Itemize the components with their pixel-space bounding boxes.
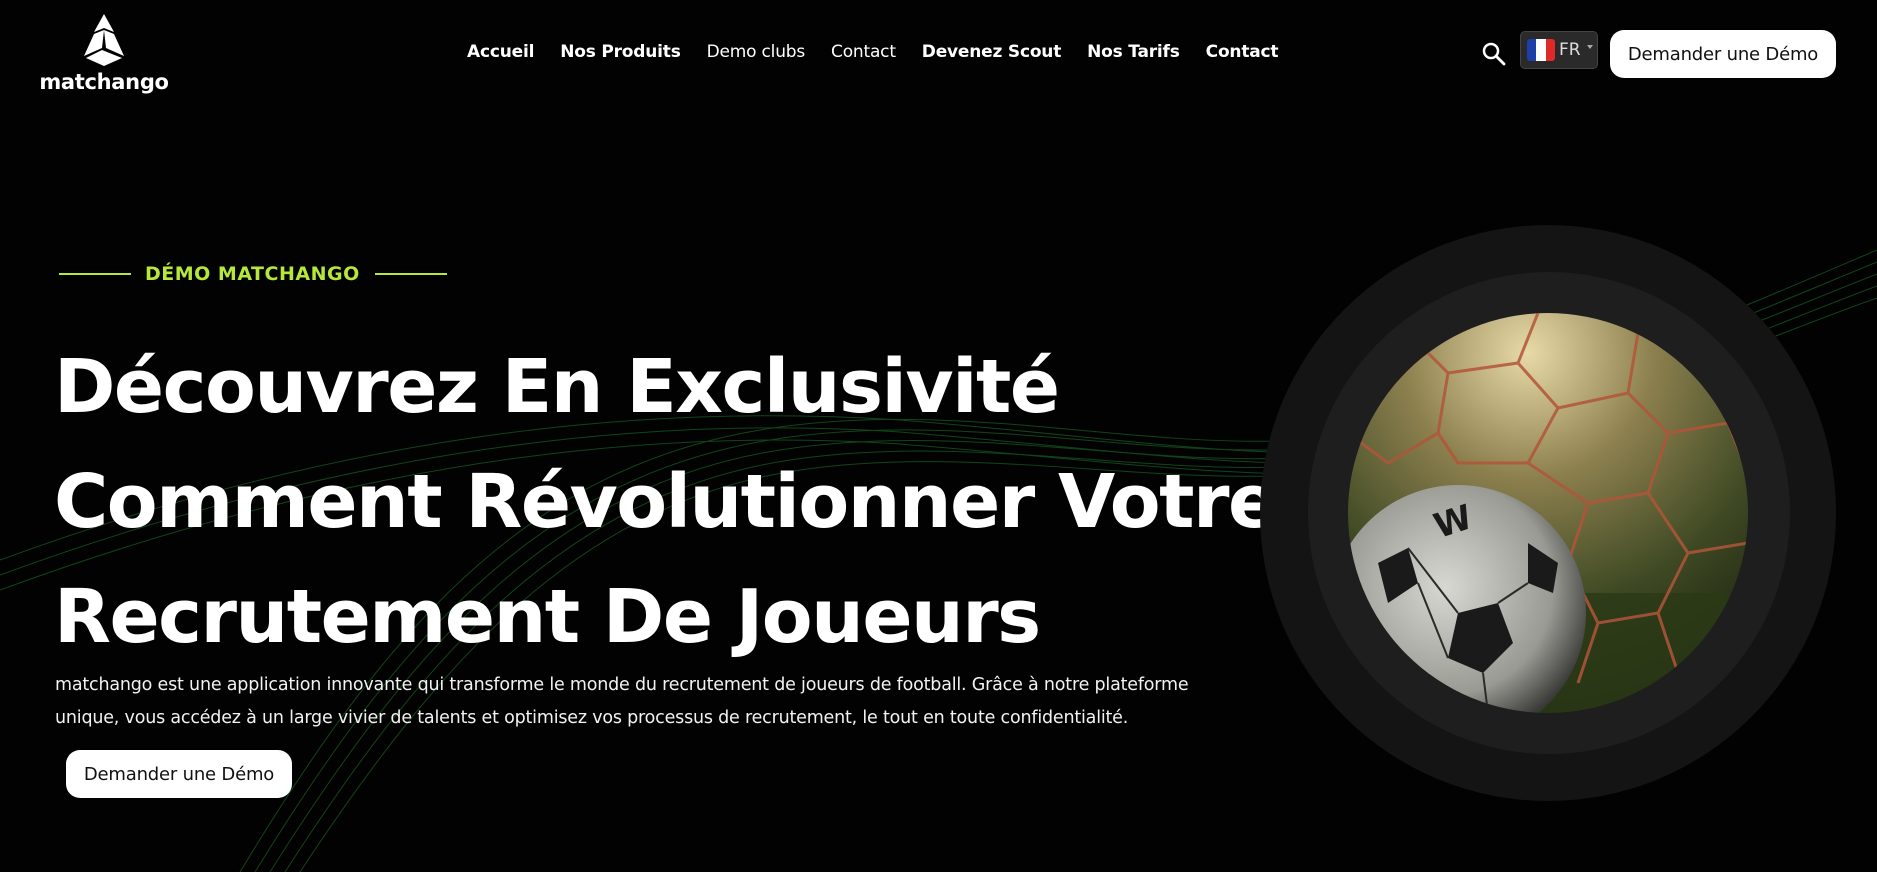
nav-item-contact-2[interactable]: Contact [1206, 42, 1279, 62]
eyebrow-line-right [374, 273, 447, 275]
nav-item-devenez-scout[interactable]: Devenez Scout [922, 42, 1062, 62]
brand-logo[interactable]: matchango [39, 12, 169, 96]
brand-name: matchango [39, 70, 169, 94]
eyebrow-label: DÉMO MATCHANGO [145, 263, 360, 285]
fr-flag-icon [1527, 39, 1555, 61]
chevron-down-icon [1586, 45, 1593, 49]
hero-description: matchango est une application innovante … [55, 675, 1189, 728]
nav-item-demo-clubs[interactable]: Demo clubs [707, 42, 806, 62]
nav-item-nos-tarifs[interactable]: Nos Tarifs [1087, 42, 1180, 62]
eyebrow-line-left [59, 273, 131, 275]
headline-line-3: Recrutement De Joueurs [54, 574, 1041, 660]
headline-line-1: Découvrez En Exclusivité [54, 344, 1060, 430]
hero-headline: Découvrez En Exclusivité Comment Révolut… [54, 330, 1278, 675]
language-selector[interactable]: FR [1520, 31, 1598, 69]
request-demo-button-hero[interactable]: Demander une Démo [66, 750, 292, 798]
hero-eyebrow: DÉMO MATCHANGO [59, 263, 447, 285]
nav-item-contact[interactable]: Contact [831, 42, 896, 62]
nav-item-accueil[interactable]: Accueil [467, 42, 534, 62]
hero-image-football-net: W [1348, 313, 1748, 713]
request-demo-button-header[interactable]: Demander une Démo [1610, 30, 1836, 78]
nav-item-nos-produits[interactable]: Nos Produits [560, 42, 681, 62]
site-header: matchango Accueil Nos Produits Demo club… [0, 0, 1877, 110]
language-code: FR [1559, 40, 1581, 60]
search-icon [1482, 42, 1506, 66]
headline-line-2: Comment Révolutionner Votre [54, 459, 1278, 545]
main-nav: Accueil Nos Produits Demo clubs Contact … [467, 42, 1304, 62]
search-button[interactable] [1480, 40, 1508, 68]
matchango-logo-icon [84, 14, 124, 66]
